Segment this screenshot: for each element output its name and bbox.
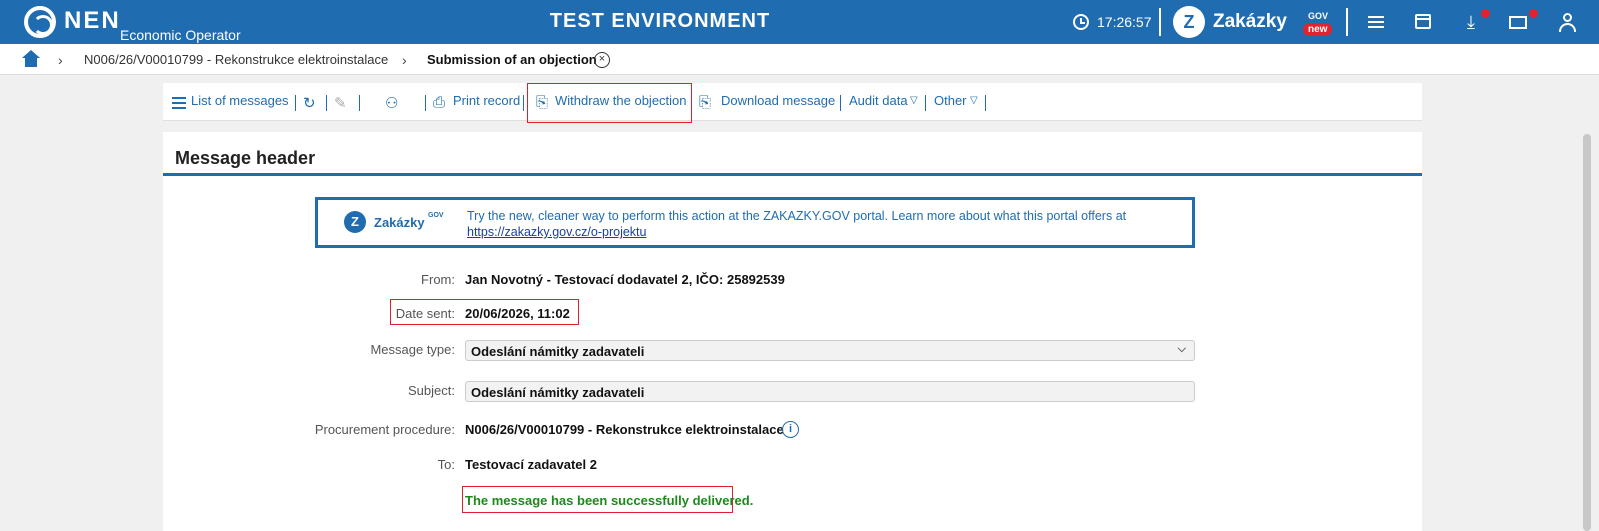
date-sent-value: 20/06/2026, 11:02 <box>465 306 570 321</box>
promo-brand: Zakázky <box>374 215 425 230</box>
promo-link[interactable]: https://zakazky.gov.cz/o-projektu <box>467 225 646 239</box>
zakazky-link[interactable]: Zakázky <box>1213 11 1287 33</box>
procurement-procedure-label: Procurement procedure: <box>314 422 455 437</box>
user-icon[interactable] <box>1556 11 1578 33</box>
print-record-button[interactable]: Print record <box>453 93 520 108</box>
message-type-select[interactable]: Odeslání námitky zadavateli ⌵ <box>465 340 1195 361</box>
other-menu[interactable]: Other <box>934 93 967 108</box>
chevron-down-icon[interactable]: ⌵ <box>1178 343 1186 356</box>
procurement-procedure-value: N006/26/V00010799 - Rekonstrukce elektro… <box>465 422 784 437</box>
message-header-panel: Message header <box>163 132 1422 531</box>
subject-field[interactable]: Odeslání námitky zadavateli <box>465 381 1195 402</box>
download-message-icon[interactable]: ⎘ <box>699 94 711 111</box>
divider <box>1346 8 1348 36</box>
environment-title: TEST ENVIRONMENT <box>549 10 771 32</box>
print-icon[interactable]: ⎙ <box>433 94 445 111</box>
breadcrumb-current: Submission of an objection <box>427 52 597 67</box>
download-icon[interactable]: ⤓ <box>1460 11 1482 33</box>
message-type-label: Message type: <box>370 342 455 357</box>
to-label: To: <box>437 457 455 472</box>
divider <box>840 95 841 111</box>
notification-dot <box>1529 9 1538 18</box>
delivery-status: The message has been successfully delive… <box>465 493 754 508</box>
divider <box>359 95 360 111</box>
from-value: Jan Novotný - Testovací dodavatel 2, IČO… <box>465 272 785 287</box>
zakazky-gov-label: GOV <box>1308 11 1329 21</box>
clock-icon <box>1073 14 1089 30</box>
zakazky-logo-icon[interactable]: Z <box>1173 6 1205 38</box>
close-icon[interactable]: × <box>594 52 610 68</box>
chevron-down-icon[interactable]: ▽ <box>910 95 918 106</box>
list-of-messages-button[interactable]: List of messages <box>191 93 289 108</box>
subject-value: Odeslání námitky zadavateli <box>471 385 645 400</box>
mail-icon[interactable] <box>1507 11 1529 33</box>
download-message-button[interactable]: Download message <box>721 93 835 108</box>
subject-label: Subject: <box>408 383 455 398</box>
toolbar: List of messages ↻ ✎ ⚇ ⎙ Print record ⎘ … <box>163 83 1422 121</box>
new-badge: new <box>1303 23 1333 36</box>
divider <box>326 95 327 111</box>
zakazky-logo-icon: Z <box>344 211 366 233</box>
divider <box>523 95 524 111</box>
date-sent-label: Date sent: <box>395 306 455 321</box>
divider <box>985 95 986 111</box>
scrollbar[interactable] <box>1583 134 1591 531</box>
message-type-value: Odeslání námitky zadavateli <box>471 344 645 359</box>
panel-title: Message header <box>175 148 316 168</box>
promo-message: Try the new, cleaner way to perform this… <box>467 209 1127 223</box>
chevron-right-icon: › <box>402 52 407 68</box>
promo-brand-gov: GOV <box>428 212 444 219</box>
divider <box>425 95 426 111</box>
panel-divider <box>163 173 1422 176</box>
calendar-icon[interactable] <box>1412 11 1434 33</box>
top-bar: NEN Economic Operator TEST ENVIRONMENT 1… <box>0 0 1599 44</box>
divider <box>295 95 296 111</box>
chevron-down-icon[interactable]: ▽ <box>970 95 978 106</box>
list-icon[interactable] <box>172 97 186 109</box>
audit-data-menu[interactable]: Audit data <box>849 93 908 108</box>
nen-logo-icon[interactable] <box>24 6 56 38</box>
home-icon[interactable] <box>22 50 40 68</box>
zakazky-promo-banner: Z Zakázky GOV Try the new, cleaner way t… <box>315 197 1195 248</box>
logo-text[interactable]: NEN <box>64 7 121 35</box>
info-icon[interactable]: i <box>782 421 799 438</box>
breadcrumb-procedure-link[interactable]: N006/26/V00010799 - Rekonstrukce elektro… <box>84 52 388 67</box>
to-value: Testovací zadavatel 2 <box>465 457 597 472</box>
certificate-icon[interactable]: ⚇ <box>385 94 398 112</box>
edit-icon[interactable]: ✎ <box>334 94 347 112</box>
highlight-withdraw <box>527 83 692 123</box>
menu-icon[interactable] <box>1365 11 1387 33</box>
promo-text: Try the new, cleaner way to perform this… <box>467 208 1187 240</box>
refresh-icon[interactable]: ↻ <box>303 94 316 112</box>
divider <box>1159 8 1161 36</box>
notification-dot <box>1481 9 1490 18</box>
divider <box>925 95 926 111</box>
chevron-right-icon: › <box>58 52 63 68</box>
logo-subtitle: Economic Operator <box>120 27 241 43</box>
breadcrumb: › N006/26/V00010799 - Rekonstrukce elekt… <box>0 44 1599 75</box>
from-label: From: <box>421 272 455 287</box>
session-time: 17:26:57 <box>1097 14 1152 30</box>
